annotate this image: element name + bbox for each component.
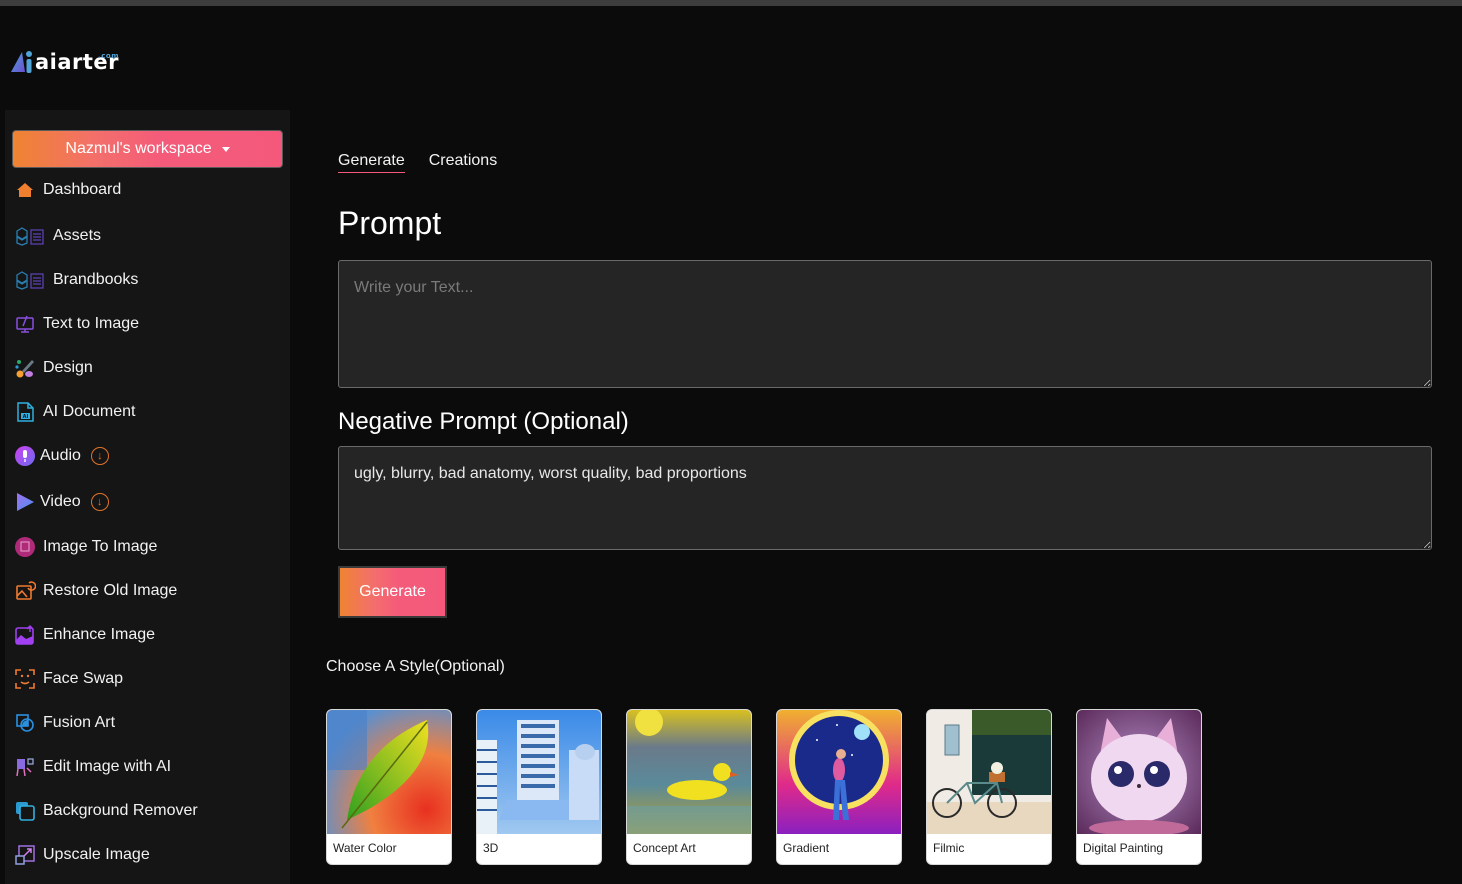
sidebar-item-label: Text to Image xyxy=(43,315,140,332)
style-name: 3D xyxy=(483,841,499,855)
sidebar-item-image-to-image[interactable]: Image To Image xyxy=(14,532,157,562)
easel-icon xyxy=(14,756,36,778)
sidebar-item-fusion-art[interactable]: Fusion Art xyxy=(14,708,115,738)
sidebar-item-label: Fusion Art xyxy=(43,714,116,731)
face-scan-icon xyxy=(14,668,36,690)
water-color-thumbnail xyxy=(327,710,451,834)
sidebar-item-label: Image To Image xyxy=(43,538,158,555)
sidebar-item-label: Video xyxy=(40,493,81,510)
sidebar-item-label: Restore Old Image xyxy=(43,582,178,599)
sidebar-item-label: Upscale Image xyxy=(43,846,150,863)
logo-mark-icon xyxy=(11,48,35,74)
style-name: Water Color xyxy=(333,841,397,855)
sidebar-item-label: Background Remover xyxy=(43,802,198,819)
sidebar-item-label: Edit Image with AI xyxy=(43,758,172,775)
sidebar-item-face-swap[interactable]: Face Swap xyxy=(14,664,123,694)
play-icon xyxy=(14,491,36,513)
image-to-image-icon xyxy=(14,536,36,558)
style-card-filmic[interactable]: Filmic xyxy=(926,709,1052,865)
logo-suffix: .com xyxy=(98,52,120,60)
digital-painting-thumbnail xyxy=(1077,710,1201,834)
filmic-thumbnail xyxy=(927,710,1051,834)
negative-prompt-input[interactable]: ugly, blurry, bad anatomy, worst quality… xyxy=(338,446,1432,550)
sidebar-item-ai-document[interactable]: AI AI Document xyxy=(14,397,135,427)
style-card-gradient[interactable]: Gradient xyxy=(776,709,902,865)
sidebar-item-dashboard[interactable]: Dashboard xyxy=(14,175,121,205)
upscale-icon xyxy=(14,844,36,866)
fusion-icon xyxy=(14,712,36,734)
caret-down-icon xyxy=(221,147,230,152)
home-icon xyxy=(14,179,36,201)
negative-prompt-heading: Negative Prompt (Optional) xyxy=(338,408,629,435)
microphone-icon xyxy=(14,445,36,467)
svg-text:AI: AI xyxy=(23,414,29,420)
prompt-heading: Prompt xyxy=(338,205,442,241)
style-card-water-color[interactable]: Water Color xyxy=(326,709,452,865)
concept-art-thumbnail xyxy=(627,710,751,834)
download-icon[interactable]: ↓ xyxy=(90,447,109,465)
logo-text: aiarter .com xyxy=(35,50,119,74)
style-name: Digital Painting xyxy=(1083,841,1164,855)
enhance-image-icon xyxy=(14,624,36,646)
window-top-bar xyxy=(0,0,1462,6)
sidebar-item-enhance-image[interactable]: Enhance Image xyxy=(14,620,155,650)
sidebar: Nazmul's workspace Dashboard Assets Bran… xyxy=(5,110,290,884)
workspace-label: Nazmul's workspace xyxy=(65,140,212,157)
sidebar-item-brandbooks[interactable]: Brandbooks xyxy=(14,265,138,295)
3d-thumbnail xyxy=(477,710,601,834)
style-name: Gradient xyxy=(783,841,830,855)
download-icon[interactable]: ↓ xyxy=(90,493,109,511)
style-list: Water Color 3D Concept Art Gradient Film… xyxy=(326,709,1202,865)
tab-generate[interactable]: Generate xyxy=(338,152,405,173)
brandbooks-icon xyxy=(14,269,46,291)
sidebar-item-video[interactable]: Video ↓ xyxy=(14,487,109,517)
text-to-image-icon xyxy=(14,313,36,335)
style-name: Concept Art xyxy=(633,841,696,855)
brand-logo[interactable]: aiarter .com xyxy=(11,44,119,74)
sidebar-item-background-remover[interactable]: Background Remover xyxy=(14,796,198,826)
tab-bar: Generate Creations xyxy=(338,152,497,173)
background-remover-icon xyxy=(14,800,36,822)
paintbrush-icon xyxy=(14,357,36,379)
sidebar-item-audio[interactable]: Audio ↓ xyxy=(14,441,109,471)
style-card-digital-painting[interactable]: Digital Painting xyxy=(1076,709,1202,865)
sidebar-item-label: AI Document xyxy=(43,403,136,420)
sidebar-item-assets[interactable]: Assets xyxy=(14,221,101,251)
sidebar-item-design[interactable]: Design xyxy=(14,353,93,383)
sidebar-item-upscale-image[interactable]: Upscale Image xyxy=(14,840,150,870)
sidebar-item-label: Face Swap xyxy=(43,670,124,687)
generate-button[interactable]: Generate xyxy=(338,566,447,618)
sidebar-item-label: Assets xyxy=(53,227,102,244)
sidebar-item-label: Design xyxy=(43,359,93,376)
style-card-concept-art[interactable]: Concept Art xyxy=(626,709,752,865)
workspace-dropdown[interactable]: Nazmul's workspace xyxy=(12,130,283,168)
ai-document-icon: AI xyxy=(14,401,36,423)
sidebar-item-restore-old-image[interactable]: Restore Old Image xyxy=(14,576,177,606)
style-heading: Choose A Style(Optional) xyxy=(326,658,505,675)
sidebar-item-label: Enhance Image xyxy=(43,626,156,643)
gradient-thumbnail xyxy=(777,710,901,834)
sidebar-item-label: Dashboard xyxy=(43,181,122,198)
sidebar-item-edit-image-with-ai[interactable]: Edit Image with AI xyxy=(14,752,171,782)
sidebar-item-label: Audio xyxy=(40,447,81,464)
style-card-3d[interactable]: 3D xyxy=(476,709,602,865)
assets-icon xyxy=(14,225,46,247)
restore-image-icon xyxy=(14,580,36,602)
prompt-input[interactable] xyxy=(338,260,1432,388)
sidebar-item-label: Brandbooks xyxy=(53,271,139,288)
style-name: Filmic xyxy=(933,841,965,855)
tab-creations[interactable]: Creations xyxy=(429,152,497,173)
sidebar-item-text-to-image[interactable]: Text to Image xyxy=(14,309,139,339)
